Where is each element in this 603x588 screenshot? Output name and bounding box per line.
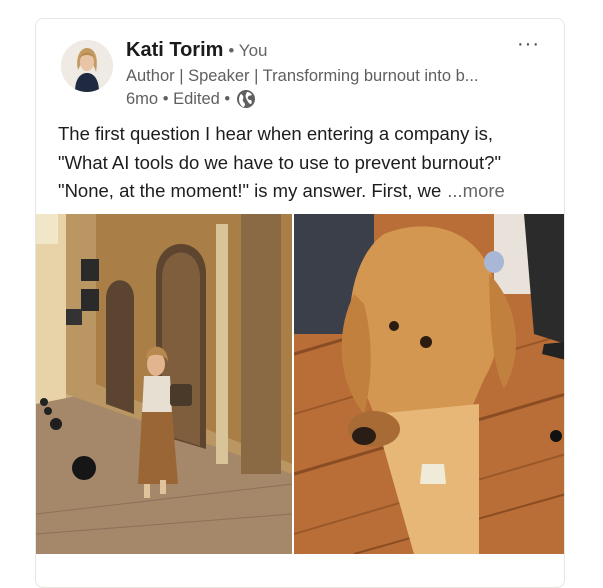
- post-text-line: The first question I hear when entering …: [58, 123, 493, 144]
- post-body: The first question I hear when entering …: [58, 120, 558, 206]
- post-text-line-content: "None, at the moment!" is my answer. Fir…: [58, 180, 442, 201]
- globe-icon: [236, 89, 256, 109]
- post-options-button[interactable]: ···: [517, 33, 540, 56]
- dog-photo[interactable]: [294, 214, 564, 554]
- author-headline: Author | Speaker | Transforming burnout …: [126, 67, 479, 85]
- see-more-link[interactable]: ...more: [447, 180, 505, 201]
- post-time: 6mo: [126, 89, 159, 108]
- author-name-row: Kati Torim • You: [126, 39, 267, 62]
- author-avatar[interactable]: [61, 40, 113, 92]
- post-card: Kati Torim • You Author | Speaker | Trans…: [35, 18, 565, 588]
- post-media: [36, 214, 564, 554]
- relation-label: • You: [228, 41, 268, 60]
- post-text-line: "None, at the moment!" is my answer. Fir…: [58, 177, 558, 206]
- author-name[interactable]: Kati Torim: [126, 39, 223, 61]
- post-header: Kati Torim • You Author | Speaker | Trans…: [36, 19, 564, 109]
- post-text-line: "What AI tools do we have to use to prev…: [58, 151, 502, 173]
- edited-label: • Edited •: [162, 89, 231, 108]
- post-meta: 6mo • Edited •: [126, 89, 256, 109]
- street-photo[interactable]: [36, 214, 292, 554]
